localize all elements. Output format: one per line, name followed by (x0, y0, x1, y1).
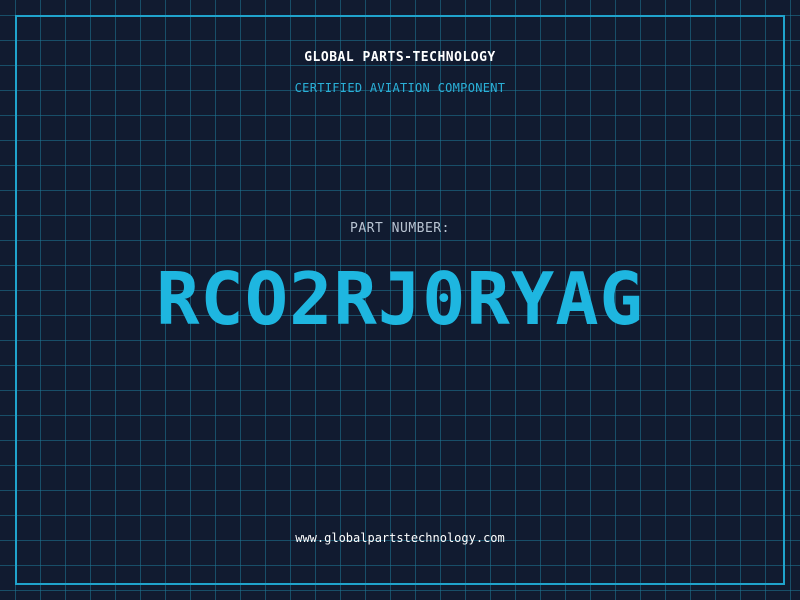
website-url: www.globalpartstechnology.com (295, 531, 505, 545)
part-label-card: GLOBAL PARTS-TECHNOLOGY CERTIFIED AVIATI… (0, 0, 800, 600)
part-number-label: PART NUMBER: (350, 221, 450, 236)
certification-subtitle: CERTIFIED AVIATION COMPONENT (294, 81, 506, 95)
company-name: GLOBAL PARTS-TECHNOLOGY (304, 50, 496, 65)
part-number-value: RCO2RJ0RYAG (156, 257, 644, 341)
